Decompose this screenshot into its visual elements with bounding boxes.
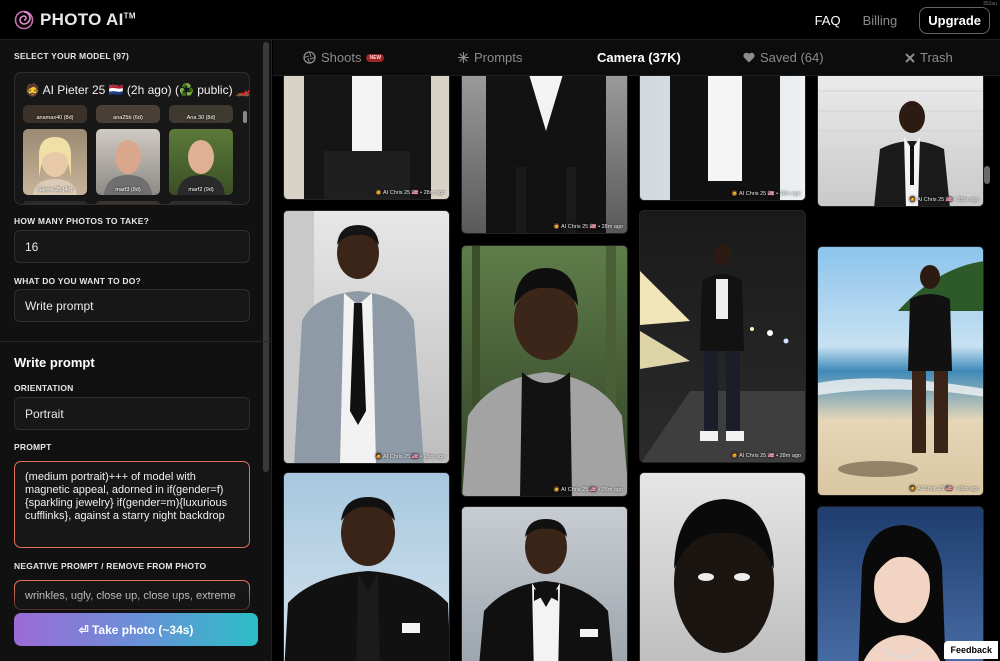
photo-image [674, 499, 774, 653]
model-thumb[interactable]: ana25b (6d) [96, 105, 160, 123]
tab-trash[interactable]: Trash [905, 50, 953, 65]
photo-image [858, 525, 946, 661]
selected-model[interactable]: 🧔 AI Pieter 25 🇳🇱 (2h ago) (♻️ public) 🏎… [25, 83, 249, 97]
photo-image [284, 497, 449, 661]
tab-shoots-label: Shoots [321, 50, 362, 65]
model-label: SELECT YOUR MODEL (97) [14, 51, 130, 61]
logo[interactable]: PHOTO AITM [14, 10, 136, 30]
sidebar-divider [0, 341, 271, 342]
photo-image [670, 76, 780, 200]
take-photo-button[interactable]: ⏎ Take photo (~34s) [14, 613, 258, 646]
photo-card[interactable] [283, 472, 450, 661]
heart-icon [743, 52, 755, 63]
logo-swirl-icon [14, 10, 34, 30]
app-name: PHOTO AITM [40, 10, 136, 29]
model-thumb[interactable] [169, 201, 233, 204]
tab-camera[interactable]: Camera (37K) [597, 50, 681, 65]
photo-card[interactable] [817, 506, 984, 661]
tab-shoots[interactable]: Shoots NEW [303, 50, 385, 65]
billing-link[interactable]: Billing [863, 13, 898, 28]
orientation-select[interactable]: Portrait [14, 397, 250, 430]
tab-prompts[interactable]: Prompts [458, 50, 522, 65]
action-select[interactable]: Write prompt [14, 289, 250, 322]
photo-image [818, 90, 983, 206]
sparkle-icon [458, 52, 469, 63]
photo-card[interactable]: 🧔 AI Chris 25 🇺🇸 • 28m ago [639, 210, 806, 463]
photo-card[interactable]: 🧔 AI Chris 25 🇺🇸 • 28m ago [817, 76, 984, 207]
orientation-label: ORIENTATION [14, 383, 74, 393]
corner-text: 352au [983, 1, 997, 7]
photo-image [284, 211, 424, 463]
model-thumb[interactable] [96, 201, 160, 204]
top-bar: PHOTO AITM FAQ Billing Upgrade 352au [0, 0, 1000, 40]
negative-prompt-label: NEGATIVE PROMPT / REMOVE FROM PHOTO [14, 561, 207, 571]
model-thumb[interactable]: marf2 (9d) [169, 129, 233, 195]
feedback-button[interactable]: Feedback [944, 641, 998, 659]
photo-image [640, 244, 805, 462]
sidebar-scrollbar[interactable] [263, 42, 269, 472]
photo-card[interactable]: 🧔 AI Chris 25 🇺🇸 • 28m ago [283, 210, 450, 464]
photo-card[interactable] [639, 472, 806, 661]
x-icon [905, 52, 915, 63]
model-thumb[interactable]: anamax40 (8d) [23, 105, 87, 123]
portrait-thumb-image [33, 137, 77, 195]
photo-image [304, 76, 431, 199]
tab-trash-label: Trash [920, 50, 953, 65]
tab-prompts-label: Prompts [474, 50, 523, 65]
photos-count-input[interactable]: 16 [14, 230, 250, 263]
model-selector[interactable]: 🧔 AI Pieter 25 🇳🇱 (2h ago) (♻️ public) 🏎… [14, 72, 250, 205]
photo-card[interactable]: 🧔 AI Chris 25 🇺🇸 • 28m ago [639, 76, 806, 201]
tab-saved[interactable]: Saved (64) [743, 50, 824, 65]
model-thumb[interactable] [23, 201, 87, 204]
photo-card[interactable]: 🧔 AI Chris 25 🇺🇸 • 28m ago [283, 76, 450, 200]
sidebar: SELECT YOUR MODEL (97) 🧔 AI Pieter 25 🇳🇱… [0, 40, 272, 661]
photo-card[interactable]: 🧔 AI Chris 25 🇺🇸 • 28m ago [817, 246, 984, 496]
photo-card[interactable]: 🧔 AI Chris 25 🇺🇸 • 28m ago [461, 76, 628, 234]
photo-image [486, 76, 606, 233]
upgrade-button[interactable]: Upgrade [919, 7, 990, 34]
prompt-textarea[interactable]: (medium portrait)+++ of model with magne… [14, 461, 250, 548]
gallery-scrollbar[interactable] [984, 166, 990, 184]
model-scrollbar[interactable] [243, 111, 247, 123]
prompt-label: PROMPT [14, 442, 52, 452]
tab-saved-label: Saved (64) [760, 50, 824, 65]
new-badge: NEW [366, 53, 385, 62]
model-thumb[interactable]: Ana 30 (8d) [169, 105, 233, 123]
photo-image [462, 246, 627, 496]
portrait-thumb-image [177, 140, 225, 195]
aperture-icon [303, 51, 316, 64]
tab-camera-label: Camera (37K) [597, 50, 681, 65]
photo-gallery: 🧔 AI Chris 25 🇺🇸 • 28m ago 🧔 AI Chris 25… [273, 76, 991, 661]
portrait-thumb-image [104, 140, 152, 195]
photo-card[interactable] [461, 506, 628, 661]
gallery-tabs: Shoots NEW Prompts Camera (37K) Saved (6… [273, 40, 1000, 76]
photo-image [818, 261, 983, 477]
action-label: WHAT DO YOU WANT TO DO? [14, 276, 141, 286]
photo-card[interactable]: 🧔 AI Chris 25 🇺🇸 • 28m ago [461, 245, 628, 497]
model-thumb[interactable]: marf3 (8d) [96, 129, 160, 195]
photo-image [479, 519, 613, 661]
faq-link[interactable]: FAQ [815, 13, 841, 28]
model-thumb[interactable]: Sanne 25 (4d) [23, 129, 87, 195]
write-prompt-heading: Write prompt [14, 355, 95, 370]
photos-count-label: HOW MANY PHOTOS TO TAKE? [14, 216, 149, 226]
